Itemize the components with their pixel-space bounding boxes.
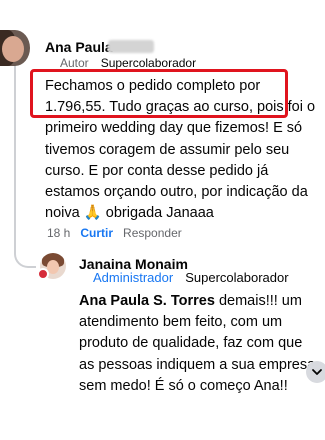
reply-line: produto de qualidade, faz com que: [79, 335, 303, 352]
mention-link[interactable]: Ana Paula S. Torres: [79, 293, 215, 309]
avatar[interactable]: [0, 30, 30, 66]
supercolaborador-badge[interactable]: Supercolaborador: [185, 270, 288, 285]
reply-line: sem medo! É só o começo Ana!!: [79, 377, 288, 394]
comment-badges: Autor Supercolaborador: [60, 56, 196, 70]
praying-hands-icon: 🙏: [83, 205, 102, 222]
scroll-down-button[interactable]: [306, 361, 325, 383]
redacted-surname: [108, 40, 154, 53]
admin-badge: Administrador: [93, 270, 174, 285]
reply-line: as pessoas indiquem a sua empresa: [79, 356, 316, 373]
comment-timestamp[interactable]: 18 h: [47, 226, 70, 240]
comment-line: curso. E por conta desse pedido já: [45, 162, 269, 179]
reply-body: Ana Paula S. Torres demais!!! um atendim…: [79, 291, 325, 397]
highlight-box: [30, 69, 288, 118]
reply-line: Ana Paula S. Torres demais!!! um: [79, 293, 302, 309]
comment-line: noiva 🙏 obrigada Janaaa: [45, 205, 214, 222]
comment-line: estamos orçando outro, por indicação da: [45, 184, 308, 201]
chevron-down-icon: [312, 369, 322, 375]
flower-badge-icon: [37, 268, 49, 280]
reply-button[interactable]: Responder: [123, 226, 182, 240]
comment-actions: 18 h Curtir Responder: [47, 226, 182, 240]
supercolaborador-badge[interactable]: Supercolaborador: [101, 56, 196, 70]
reply-line: atendimento bem feito, com um: [79, 314, 283, 331]
author-badge: Autor: [60, 56, 89, 70]
reply-badges: Administrador Supercolaborador: [93, 270, 289, 285]
thread-connector: [14, 218, 36, 268]
comment-author-name[interactable]: Ana Paula: [45, 39, 113, 55]
comment-line: primeiro wedding day que fizemos! E só: [45, 120, 303, 137]
like-button[interactable]: Curtir: [80, 226, 113, 240]
comment-line: tivemos coragem de assumir pelo seu: [45, 141, 290, 158]
